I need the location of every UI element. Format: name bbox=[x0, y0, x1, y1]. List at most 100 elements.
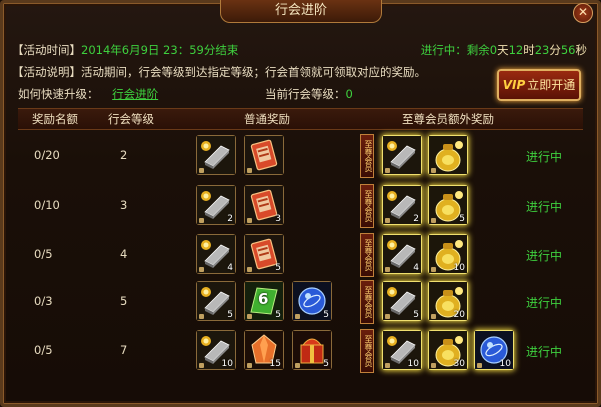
row-guild-level: 3 bbox=[120, 198, 128, 212]
item-count: 5 bbox=[275, 263, 281, 273]
item-count: 10 bbox=[221, 359, 233, 369]
item-count: 5 bbox=[413, 310, 419, 320]
item-count: 10 bbox=[407, 359, 419, 369]
gold-bag-icon[interactable] bbox=[428, 135, 468, 175]
silver-ingot-icon[interactable]: 4 bbox=[382, 234, 422, 274]
bind-lock-icon bbox=[247, 267, 252, 272]
bind-lock-icon bbox=[385, 267, 390, 272]
red-scroll-icon[interactable] bbox=[244, 135, 284, 175]
gold-bag-icon[interactable]: 30 bbox=[428, 330, 468, 370]
silver-ingot-icon[interactable]: 10 bbox=[382, 330, 422, 370]
header-normal-reward: 普通奖励 bbox=[244, 112, 290, 126]
countdown: 进行中：剩余0天12时23分56秒 bbox=[421, 42, 587, 58]
item-count: 5 bbox=[275, 310, 281, 320]
bind-lock-icon bbox=[199, 218, 204, 223]
bind-lock-icon bbox=[431, 267, 436, 272]
item-count: 5 bbox=[459, 214, 465, 224]
reward-row: 0/20 2 至尊会员 进行中 bbox=[18, 132, 583, 181]
bind-lock-icon bbox=[385, 168, 390, 173]
row-quota: 0/5 bbox=[34, 343, 53, 357]
countdown-prefix: 进行中：剩余 bbox=[420, 43, 490, 57]
close-icon[interactable]: ✕ bbox=[573, 3, 593, 23]
item-count: 2 bbox=[227, 214, 233, 224]
current-level-label: 当前行会等级： bbox=[265, 87, 346, 101]
row-guild-level: 7 bbox=[120, 343, 128, 357]
item-count: 2 bbox=[413, 214, 419, 224]
red-scroll-icon[interactable]: 3 bbox=[244, 185, 284, 225]
header-vip-reward: 至尊会员额外奖励 bbox=[402, 112, 494, 126]
row-quota: 0/3 bbox=[34, 294, 53, 308]
reward-row: 0/10 3 2 3 至尊会员 2 5 进行中 bbox=[18, 182, 583, 231]
vip-member-badge: 至尊会员 bbox=[360, 184, 374, 228]
window-title: 行会进阶 bbox=[220, 0, 382, 23]
row-guild-level: 5 bbox=[120, 294, 128, 308]
item-count: 10 bbox=[499, 359, 511, 369]
silver-ingot-icon[interactable]: 5 bbox=[382, 281, 422, 321]
bind-lock-icon bbox=[199, 363, 204, 368]
bind-lock-icon bbox=[385, 314, 390, 319]
gold-bag-icon[interactable]: 20 bbox=[428, 281, 468, 321]
vip-open-button[interactable]: VIP 立即开通 bbox=[497, 69, 581, 101]
bind-lock-icon bbox=[431, 314, 436, 319]
gold-bag-icon[interactable]: 5 bbox=[428, 185, 468, 225]
row-status: 进行中 bbox=[526, 296, 563, 310]
silver-ingot-icon[interactable]: 10 bbox=[196, 330, 236, 370]
row-guild-level: 2 bbox=[120, 148, 128, 162]
item-count: 30 bbox=[453, 359, 465, 369]
red-gift-box-icon[interactable]: 5 bbox=[292, 330, 332, 370]
silver-ingot-icon[interactable]: 5 bbox=[196, 281, 236, 321]
item-count: 5 bbox=[323, 310, 329, 320]
item-count: 4 bbox=[227, 263, 233, 273]
countdown-seconds-unit: 秒 bbox=[575, 43, 588, 57]
reward-table-header: 奖励名额 行会等级 普通奖励 至尊会员额外奖励 bbox=[18, 108, 583, 130]
gold-bag-icon[interactable]: 10 bbox=[428, 234, 468, 274]
red-scroll-icon[interactable]: 5 bbox=[244, 234, 284, 274]
silver-ingot-icon[interactable]: 2 bbox=[196, 185, 236, 225]
countdown-days-unit: 天 bbox=[497, 43, 509, 57]
upgrade-label: 如何快速升级： bbox=[18, 87, 99, 101]
activity-desc-row: 【活动说明】活动期间，行会等级到达指定等级；行会首领就可领取对应的奖励。 bbox=[12, 64, 426, 80]
row-status: 进行中 bbox=[526, 150, 563, 164]
item-count: 4 bbox=[413, 263, 419, 273]
bind-lock-icon bbox=[199, 168, 204, 173]
row-status: 进行中 bbox=[526, 200, 563, 214]
orange-gem-icon[interactable]: 15 bbox=[244, 330, 284, 370]
current-level-value: 0 bbox=[345, 87, 353, 101]
vip-member-badge: 至尊会员 bbox=[360, 329, 374, 373]
bind-lock-icon bbox=[247, 168, 252, 173]
bind-lock-icon bbox=[247, 363, 252, 368]
bind-lock-icon bbox=[247, 314, 252, 319]
bind-lock-icon bbox=[199, 314, 204, 319]
bind-lock-icon bbox=[431, 363, 436, 368]
token-digit: 6 bbox=[258, 290, 269, 308]
countdown-hours: 12 bbox=[508, 43, 524, 57]
reward-row: 0/5 4 4 5 至尊会员 4 10 进行中 bbox=[18, 231, 583, 280]
bind-lock-icon bbox=[477, 363, 482, 368]
row-quota: 0/5 bbox=[34, 247, 53, 261]
guild-upgrade-link[interactable]: 行会进阶 bbox=[112, 87, 158, 101]
item-count: 5 bbox=[227, 310, 233, 320]
vip-button-prefix: VIP bbox=[502, 78, 526, 92]
silver-ingot-icon[interactable] bbox=[382, 135, 422, 175]
upgrade-row: 如何快速升级： 行会进阶 bbox=[18, 86, 158, 102]
blue-orb-icon[interactable]: 5 bbox=[292, 281, 332, 321]
countdown-hours-unit: 时 bbox=[523, 43, 535, 57]
row-quota: 0/10 bbox=[34, 198, 60, 212]
activity-time-label: 【活动时间】 bbox=[12, 43, 81, 57]
activity-desc-label: 【活动说明】 bbox=[12, 65, 81, 79]
vip-button-label: 立即开通 bbox=[527, 78, 576, 92]
bind-lock-icon bbox=[199, 267, 204, 272]
blue-orb-icon[interactable]: 10 bbox=[474, 330, 514, 370]
silver-ingot-icon[interactable] bbox=[196, 135, 236, 175]
silver-ingot-icon[interactable]: 2 bbox=[382, 185, 422, 225]
green-six-token-icon[interactable]: 65 bbox=[244, 281, 284, 321]
bind-lock-icon bbox=[431, 168, 436, 173]
countdown-days: 0 bbox=[489, 43, 498, 57]
row-status: 进行中 bbox=[526, 249, 563, 263]
item-count: 3 bbox=[275, 214, 281, 224]
item-count: 5 bbox=[323, 359, 329, 369]
silver-ingot-icon[interactable]: 4 bbox=[196, 234, 236, 274]
row-guild-level: 4 bbox=[120, 247, 128, 261]
bind-lock-icon bbox=[295, 314, 300, 319]
item-count: 10 bbox=[453, 263, 465, 273]
